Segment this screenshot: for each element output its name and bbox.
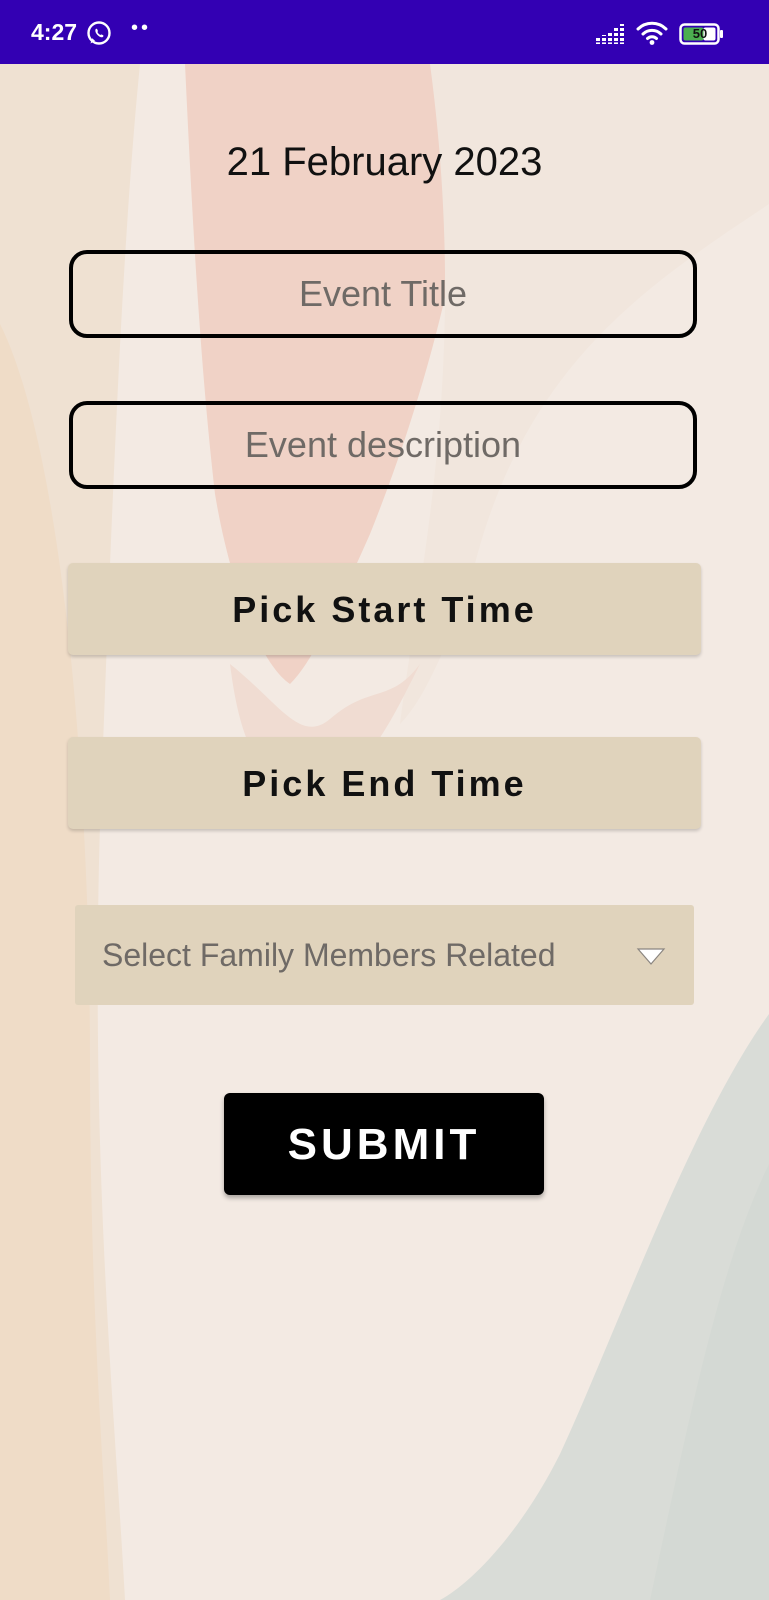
whatsapp-icon — [86, 20, 112, 46]
event-title-input[interactable] — [69, 250, 697, 338]
pick-start-time-button[interactable]: Pick Start Time — [68, 563, 701, 655]
family-members-dropdown[interactable]: Select Family Members Related — [75, 905, 694, 1005]
submit-button[interactable]: SUBMIT — [224, 1093, 544, 1195]
event-description-input[interactable] — [69, 401, 697, 489]
signal-icon — [596, 22, 626, 46]
battery-icon: 50 — [679, 22, 725, 46]
status-time: 4:27 — [31, 19, 78, 45]
family-members-dropdown-label: Select Family Members Related — [102, 937, 556, 973]
event-date-heading: 21 February 2023 — [226, 140, 543, 184]
status-bar: 4:27 •• 50 — [0, 0, 769, 64]
battery-level: 50 — [692, 26, 708, 41]
chevron-down-icon — [636, 948, 666, 965]
notification-dots: •• — [131, 17, 152, 39]
pick-end-time-button[interactable]: Pick End Time — [68, 737, 701, 829]
wifi-icon — [636, 20, 668, 46]
